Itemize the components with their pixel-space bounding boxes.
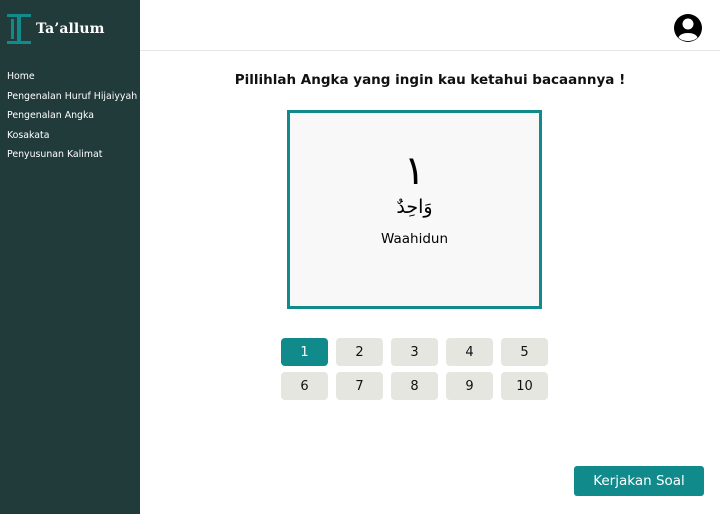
sidebar-item-kosakata[interactable]: Kosakata	[7, 129, 137, 149]
number-button-9[interactable]: 9	[446, 372, 493, 400]
top-bar	[140, 0, 720, 51]
sidebar-item-pengenalan-huruf-hijaiyyah[interactable]: Pengenalan Huruf Hijaiyyah	[7, 90, 137, 110]
number-button-2[interactable]: 2	[336, 338, 383, 366]
number-card: ١ وَاحِدٌ Waahidun	[287, 110, 542, 309]
number-button-8[interactable]: 8	[391, 372, 438, 400]
sidebar-nav: Home Pengenalan Huruf Hijaiyyah Pengenal…	[7, 70, 137, 168]
user-avatar-icon[interactable]	[673, 13, 703, 43]
sidebar-item-home[interactable]: Home	[7, 70, 137, 90]
logo-icon	[7, 14, 31, 44]
app-logo[interactable]: Ta’allum	[7, 14, 105, 44]
sidebar-item-penyusunan-kalimat[interactable]: Penyusunan Kalimat	[7, 148, 137, 168]
transliteration: Waahidun	[380, 231, 449, 247]
app-title: Ta’allum	[36, 21, 105, 37]
sidebar-item-pengenalan-angka[interactable]: Pengenalan Angka	[7, 109, 137, 129]
number-button-7[interactable]: 7	[336, 372, 383, 400]
arabic-numeral: ١	[403, 148, 426, 194]
kerjakan-soal-button[interactable]: Kerjakan Soal	[574, 466, 704, 496]
arabic-word: وَاحِدٌ	[396, 196, 433, 218]
number-grid: 1 2 3 4 5 6 7 8 9 10	[281, 338, 548, 400]
number-button-6[interactable]: 6	[281, 372, 328, 400]
page-heading: Pillihlah Angka yang ingin kau ketahui b…	[234, 72, 626, 88]
number-button-10[interactable]: 10	[501, 372, 548, 400]
number-button-3[interactable]: 3	[391, 338, 438, 366]
sidebar: Ta’allum Home Pengenalan Huruf Hijaiyyah…	[0, 0, 140, 514]
number-button-5[interactable]: 5	[501, 338, 548, 366]
number-button-4[interactable]: 4	[446, 338, 493, 366]
number-button-1[interactable]: 1	[281, 338, 328, 366]
